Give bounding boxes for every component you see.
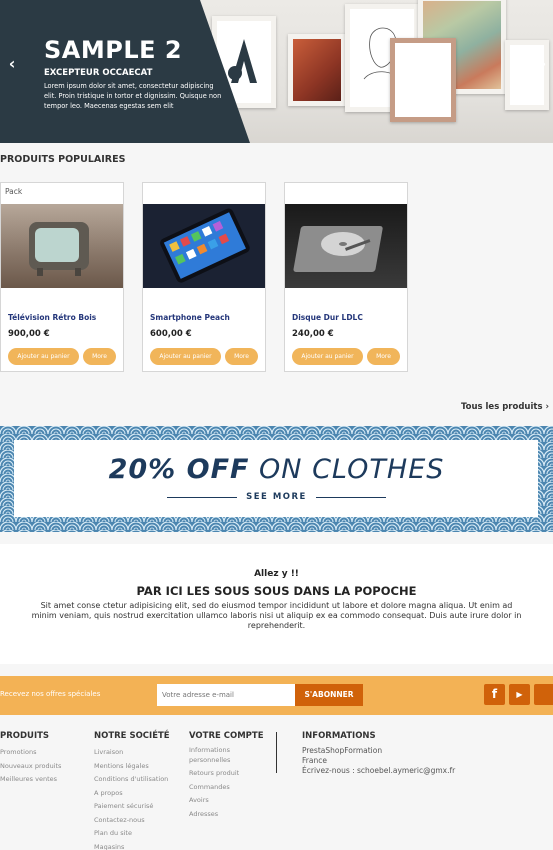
footer-link[interactable]: Contactez-nous <box>94 814 170 828</box>
newsletter-label: Recevez nos offres spéciales <box>0 690 101 698</box>
store-email[interactable]: Écrivez-nous : schoebel.aymeric@gmx.fr <box>302 766 455 776</box>
footer-link[interactable]: Conditions d'utilisation <box>94 773 170 787</box>
product-name[interactable]: Smartphone Peach <box>150 313 230 322</box>
product-image[interactable] <box>1 204 123 288</box>
hero-slider[interactable]: SAMPLE 2 EXCEPTEUR OCCAECAT Lorem ipsum … <box>0 0 553 143</box>
footer-link[interactable]: Adresses <box>189 810 261 820</box>
footer-link[interactable]: Commandes <box>189 783 261 793</box>
all-products-label: Tous les produits <box>460 402 543 412</box>
footer-heading: NOTRE SOCIÉTÉ <box>94 731 170 741</box>
chevron-left-icon[interactable]: ‹ <box>4 54 20 74</box>
hard-drive-illustration <box>293 226 383 272</box>
product-price: 600,00 € <box>150 329 192 339</box>
promo-headline: 20% OFF ON CLOTHES <box>0 454 553 485</box>
product-card[interactable]: Smartphone Peach 600,00 € Ajouter au pan… <box>142 182 266 372</box>
product-flag: Pack <box>5 187 23 196</box>
add-to-cart-button[interactable]: Ajouter au panier <box>150 348 221 365</box>
social-icon[interactable] <box>534 684 553 705</box>
chevron-right-icon[interactable]: › <box>535 54 551 74</box>
info-text: Sit amet conse ctetur adipisicing elit, … <box>31 601 522 630</box>
footer-col-informations: INFORMATIONS PrestaShopFormation France … <box>302 731 455 776</box>
tv-illustration <box>29 222 89 276</box>
footer-link[interactable]: Paiement sécurisé <box>94 800 170 814</box>
footer-link[interactable]: A propos <box>94 787 170 801</box>
add-to-cart-button[interactable]: Ajouter au panier <box>8 348 79 365</box>
footer-link[interactable]: Plan du site <box>94 827 170 841</box>
store-country: France <box>302 756 327 765</box>
product-image[interactable] <box>285 204 407 288</box>
more-button[interactable]: More <box>83 348 116 365</box>
footer-link[interactable]: Retours produit <box>189 769 261 779</box>
footer-link[interactable]: Nouveaux produits <box>0 760 61 774</box>
youtube-icon[interactable]: ▶ <box>509 684 530 705</box>
more-button[interactable]: More <box>225 348 258 365</box>
hero-frame-small <box>505 40 549 110</box>
product-price: 900,00 € <box>8 329 50 339</box>
more-button[interactable]: More <box>367 348 400 365</box>
info-title: PAR ICI LES SOUS SOUS DANS LA POPOCHE <box>136 584 417 598</box>
add-to-cart-button[interactable]: Ajouter au panier <box>292 348 363 365</box>
newsletter-email-input[interactable] <box>157 684 295 706</box>
footer-col-produits: PRODUITS Promotions Nouveaux produits Me… <box>0 731 61 787</box>
promo-headline-rest: ON CLOTHES <box>249 454 445 485</box>
hero-title: SAMPLE 2 <box>44 36 183 64</box>
footer-link[interactable]: Avoirs <box>189 796 261 806</box>
chevron-right-icon: › <box>545 402 549 412</box>
footer-link[interactable]: Promotions <box>0 746 61 760</box>
see-more-link[interactable]: SEE MORE <box>0 492 553 502</box>
newsletter-bar: Recevez nos offres spéciales S'ABONNER f… <box>0 676 553 715</box>
custom-text-block: Allez y !! PAR ICI LES SOUS SOUS DANS LA… <box>0 544 553 664</box>
product-name[interactable]: Disque Dur LDLC <box>292 313 363 322</box>
footer: PRODUITS Promotions Nouveaux produits Me… <box>0 715 553 850</box>
footer-heading: PRODUITS <box>0 731 50 741</box>
footer-heading: VOTRE COMPTE <box>189 731 264 741</box>
product-price: 240,00 € <box>292 329 334 339</box>
footer-link[interactable]: Magasins <box>94 841 170 850</box>
facebook-icon[interactable]: f <box>484 684 505 705</box>
hero-subtitle: EXCEPTEUR OCCAECAT <box>44 68 153 78</box>
store-name: PrestaShopFormation <box>302 746 383 755</box>
promo-banner[interactable]: 20% OFF ON CLOTHES SEE MORE <box>0 426 553 532</box>
smartphone-illustration <box>160 208 250 283</box>
hero-description: Lorem ipsum dolor sit amet, consectetur … <box>44 82 222 110</box>
footer-link[interactable]: Mentions légales <box>94 760 170 774</box>
product-card[interactable]: Pack Télévision Rétro Bois 900,00 € Ajou… <box>0 182 124 372</box>
hero-frame-canyon <box>288 34 346 106</box>
footer-col-compte: VOTRE COMPTE Informations personnelles R… <box>189 731 264 823</box>
product-image[interactable] <box>143 204 265 288</box>
promo-headline-bold: 20% OFF <box>108 454 250 485</box>
footer-heading: INFORMATIONS <box>302 731 376 741</box>
footer-link[interactable]: Meilleures ventes <box>0 773 61 787</box>
footer-link[interactable]: Livraison <box>94 746 170 760</box>
footer-col-societe: NOTRE SOCIÉTÉ Livraison Mentions légales… <box>94 731 170 850</box>
section-title-popular: PRODUITS POPULAIRES <box>0 154 126 165</box>
page: SAMPLE 2 EXCEPTEUR OCCAECAT Lorem ipsum … <box>0 0 553 850</box>
product-card[interactable]: Disque Dur LDLC 240,00 € Ajouter au pani… <box>284 182 408 372</box>
subscribe-button[interactable]: S'ABONNER <box>295 684 363 706</box>
all-products-link[interactable]: Tous les produits › <box>461 402 549 412</box>
product-name[interactable]: Télévision Rétro Bois <box>8 313 96 322</box>
info-kicker: Allez y !! <box>254 569 299 579</box>
hero-frame-drawing <box>390 38 456 122</box>
footer-divider <box>276 732 277 773</box>
footer-link[interactable]: Informations personnelles <box>189 746 261 765</box>
